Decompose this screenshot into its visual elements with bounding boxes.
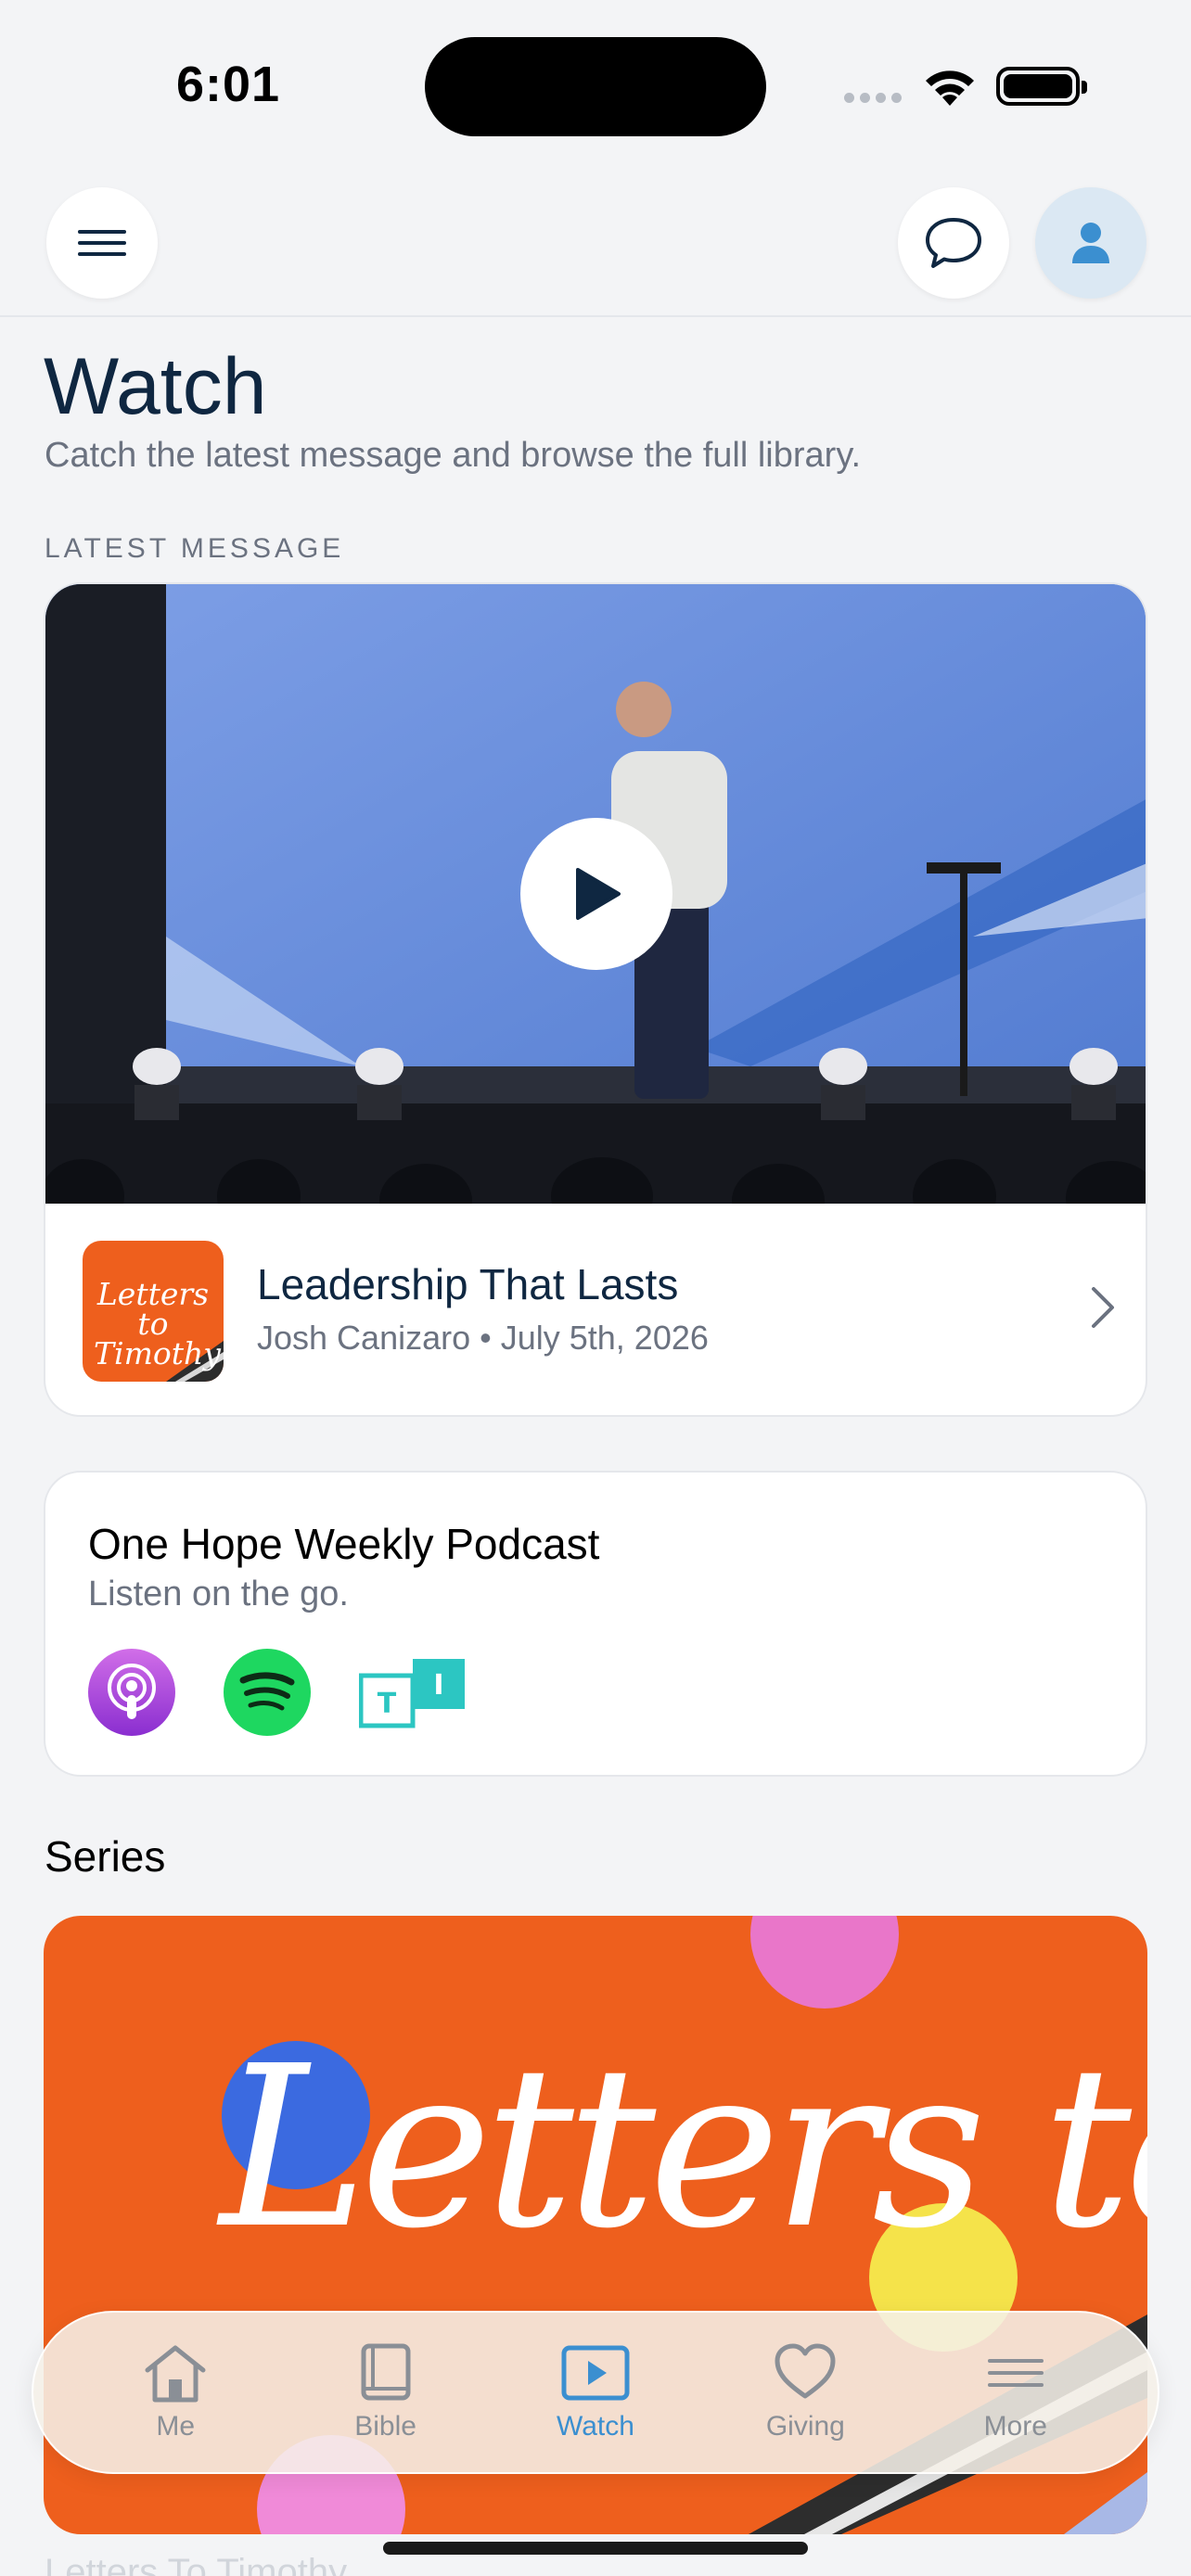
status-bar: 6:01 xyxy=(0,0,1191,176)
wifi-icon xyxy=(926,70,974,106)
apple-podcasts-icon[interactable] xyxy=(88,1649,175,1736)
series-thumbnail-text: Letters to Timothy xyxy=(94,1276,221,1371)
latest-message-label: LATEST MESSAGE xyxy=(45,533,345,564)
tab-watch[interactable]: Watch xyxy=(503,2342,688,2442)
svg-text:I: I xyxy=(433,1669,443,1702)
svg-text:T: T xyxy=(378,1688,397,1720)
series-item-title: Letters To Timothy xyxy=(45,2552,348,2576)
tab-more[interactable]: More xyxy=(923,2342,1108,2442)
tab-more-label: More xyxy=(983,2411,1047,2442)
book-icon xyxy=(361,2343,411,2401)
tab-bar: Me Bible Watch Giving More xyxy=(32,2311,1159,2474)
page-title: Watch xyxy=(44,342,267,431)
play-button[interactable] xyxy=(520,818,672,970)
play-icon xyxy=(561,2345,630,2401)
person-icon xyxy=(1072,223,1109,263)
menu-icon xyxy=(987,2359,1044,2387)
tab-bible[interactable]: Bible xyxy=(293,2342,479,2442)
podcast-card: One Hope Weekly Podcast Listen on the go… xyxy=(44,1471,1147,1777)
tab-giving-label: Giving xyxy=(765,2411,845,2442)
tab-giving[interactable]: Giving xyxy=(712,2342,898,2442)
spotify-icon[interactable] xyxy=(224,1649,311,1736)
battery-icon xyxy=(996,67,1087,106)
message-info-row[interactable]: Letters to Timothy Leadership That Lasts… xyxy=(45,1204,1146,1415)
podcast-subtitle: Listen on the go. xyxy=(88,1575,349,1613)
status-time: 6:01 xyxy=(176,57,281,112)
cellular-signal-icon xyxy=(844,93,902,103)
series-heading: Series xyxy=(45,1832,166,1881)
chevron-right-icon xyxy=(1092,1287,1114,1328)
heart-icon xyxy=(775,2343,836,2399)
profile-button[interactable] xyxy=(1035,187,1146,299)
tab-bible-label: Bible xyxy=(354,2411,416,2442)
tab-watch-label: Watch xyxy=(557,2411,634,2442)
dynamic-island xyxy=(425,37,766,136)
tab-me-label: Me xyxy=(156,2411,196,2442)
video-thumbnail[interactable] xyxy=(45,584,1146,1204)
menu-button[interactable] xyxy=(46,187,158,299)
chat-button[interactable] xyxy=(898,187,1009,299)
series-art-title: Letters to Timothy xyxy=(220,2018,1147,2277)
series-thumbnail: Letters to Timothy xyxy=(83,1241,224,1382)
podcast-title: One Hope Weekly Podcast xyxy=(88,1520,600,1568)
page-subtitle: Catch the latest message and browse the … xyxy=(45,436,862,475)
home-indicator xyxy=(383,2542,808,2555)
chat-bubble-icon xyxy=(926,218,981,268)
message-meta: Josh Canizaro • July 5th, 2026 xyxy=(257,1319,709,1357)
tab-me[interactable]: Me xyxy=(83,2342,268,2442)
message-title: Leadership That Lasts xyxy=(257,1260,679,1308)
hamburger-icon xyxy=(78,230,126,256)
home-icon xyxy=(145,2345,206,2403)
top-app-bar xyxy=(0,176,1191,317)
play-icon xyxy=(576,868,621,920)
tiktok-podcast-icon[interactable]: T I xyxy=(359,1649,468,1736)
latest-message-card[interactable]: Letters to Timothy Leadership That Lasts… xyxy=(44,582,1147,1417)
